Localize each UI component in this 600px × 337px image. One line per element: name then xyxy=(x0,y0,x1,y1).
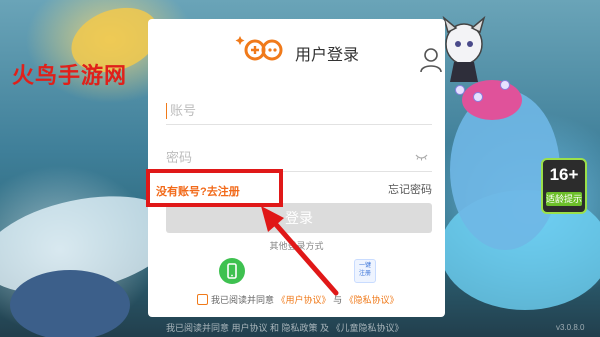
site-watermark: 火鸟手游网 xyxy=(12,63,128,89)
account-input[interactable] xyxy=(166,97,432,124)
background-footer-text: 我已阅读并同意 用户协议 和 隐私政策 及 《儿童隐私协议》 xyxy=(166,323,404,333)
phone-login-button[interactable] xyxy=(219,258,245,284)
password-input[interactable] xyxy=(166,144,432,171)
login-button[interactable]: 登录 xyxy=(166,203,432,233)
background-creature xyxy=(10,270,130,337)
annotation-highlight-box xyxy=(146,169,283,207)
gamepad-logo-icon xyxy=(235,36,283,61)
background-flower xyxy=(462,80,522,120)
agreement-and: 与 xyxy=(333,295,343,305)
version-label: v3.0.8.0 xyxy=(556,323,585,332)
phone-icon xyxy=(227,263,237,279)
age-rating-label: 适龄提示 xyxy=(546,192,583,206)
forgot-password-link[interactable]: 忘记密码 xyxy=(388,181,432,197)
password-field xyxy=(166,144,432,172)
age-rating-badge: 16+ 适龄提示 xyxy=(541,158,587,214)
eye-hidden-icon[interactable] xyxy=(415,153,428,161)
user-account-icon[interactable] xyxy=(420,47,442,73)
quick-register-line2: 注册 xyxy=(358,271,371,277)
agreement-checkbox[interactable] xyxy=(197,294,208,305)
age-rating-number: 16+ xyxy=(549,165,579,184)
quick-register-line1: 一键 xyxy=(358,263,371,269)
privacy-policy-link[interactable]: 《隐私协议》 xyxy=(345,295,399,305)
user-agreement-link[interactable]: 《用户协议》 xyxy=(277,295,331,305)
account-field xyxy=(166,97,432,125)
other-login-methods-label: 其他登录方式 xyxy=(269,241,324,251)
dialog-header: 用户登录 xyxy=(148,33,445,73)
login-dialog: 用户登录 没有账号?去注册 忘记密码 登录 其他登录方式 一键 注册 我已阅读并… xyxy=(148,19,445,317)
agreement-prefix: 我已阅读并同意 xyxy=(211,295,275,305)
quick-register-button[interactable]: 一键 注册 xyxy=(354,259,376,283)
agreement-row: 我已阅读并同意 《用户协议》 与 《隐私协议》 xyxy=(197,293,399,306)
dialog-title: 用户登录 xyxy=(295,47,360,64)
